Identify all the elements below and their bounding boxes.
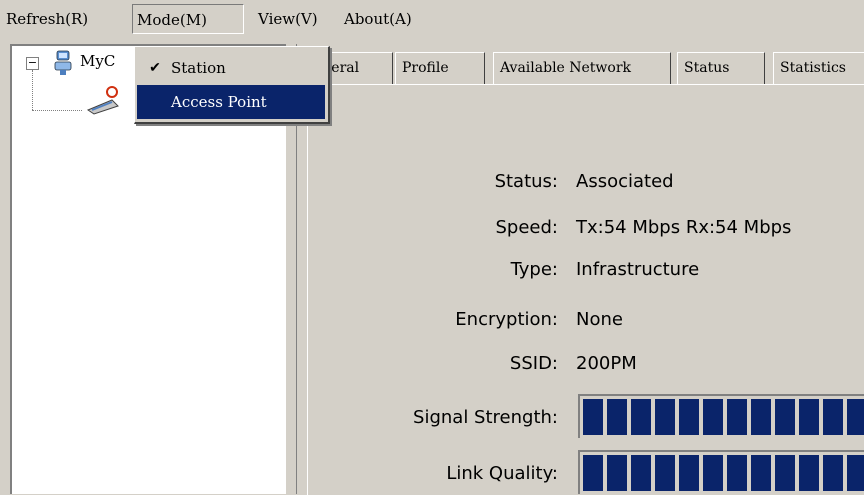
status-value: Associated: [576, 171, 674, 192]
status-label: Status:: [494, 171, 558, 192]
meter-segment: [751, 399, 771, 435]
meter-segment: [775, 399, 795, 435]
meter-segment: [631, 399, 651, 435]
menu-about[interactable]: About(A): [340, 4, 416, 34]
type-label: Type:: [510, 259, 558, 280]
menu-bar: Refresh(R) Mode(M) View(V) About(A): [0, 0, 864, 40]
meter-segment: [583, 399, 603, 435]
speed-label: Speed:: [495, 217, 559, 238]
speed-value: Tx:54 Mbps Rx:54 Mbps: [576, 217, 792, 238]
general-tab-content: Status: Associated Speed: Tx:54 Mbps Rx:…: [307, 84, 864, 495]
link-quality-label: Link Quality:: [446, 463, 558, 484]
tree-root-label[interactable]: MyC: [80, 52, 115, 70]
meter-segment: [679, 399, 699, 435]
meter-segment: [727, 455, 747, 491]
meter-segment: [751, 455, 771, 491]
meter-segment: [727, 399, 747, 435]
signal-strength-fill: [583, 399, 864, 435]
meter-segment: [823, 455, 843, 491]
wireless-adapter-icon[interactable]: [82, 86, 122, 116]
tab-statistics[interactable]: Statistics: [773, 52, 864, 84]
type-value: Infrastructure: [576, 259, 700, 280]
menu-item-label: Access Point: [171, 93, 267, 111]
meter-segment: [655, 399, 675, 435]
collapse-toggle[interactable]: −: [26, 57, 39, 70]
meter-segment: [799, 399, 819, 435]
tab-strip: eneral Profile Available Network Status …: [297, 52, 864, 84]
menu-item-label: Station: [171, 59, 226, 77]
meter-segment: [607, 455, 627, 491]
signal-strength-meter: [578, 394, 864, 438]
meter-segment: [847, 455, 864, 491]
signal-strength-label: Signal Strength:: [413, 407, 558, 428]
meter-segment: [703, 455, 723, 491]
tab-profile[interactable]: Profile: [395, 52, 485, 84]
tab-available-network[interactable]: Available Network: [493, 52, 671, 84]
meter-segment: [655, 455, 675, 491]
meter-segment: [703, 399, 723, 435]
tab-status[interactable]: Status: [677, 52, 765, 84]
meter-segment: [847, 399, 864, 435]
encryption-label: Encryption:: [455, 309, 558, 330]
checkmark-icon: ✔: [149, 60, 161, 76]
meter-segment: [583, 455, 603, 491]
ssid-value: 200PM: [576, 353, 637, 374]
menu-item-station[interactable]: ✔ Station: [137, 51, 325, 85]
tree-connector: [32, 70, 33, 110]
mode-dropdown-menu: ✔ Station Access Point: [134, 46, 330, 124]
menu-view[interactable]: View(V): [254, 4, 322, 34]
meter-segment: [799, 455, 819, 491]
link-quality-fill: [583, 455, 864, 491]
tree-connector: [32, 110, 82, 111]
meter-segment: [775, 455, 795, 491]
adapter-panel: eneral Profile Available Network Status …: [296, 44, 864, 495]
menu-refresh[interactable]: Refresh(R): [2, 4, 92, 34]
encryption-value: None: [576, 309, 623, 330]
meter-segment: [823, 399, 843, 435]
meter-segment: [607, 399, 627, 435]
meter-segment: [631, 455, 651, 491]
menu-item-access-point[interactable]: Access Point: [137, 85, 325, 119]
menu-mode[interactable]: Mode(M): [132, 4, 244, 34]
meter-segment: [679, 455, 699, 491]
link-quality-meter: [578, 450, 864, 494]
computer-icon: [54, 50, 72, 75]
ssid-label: SSID:: [509, 353, 558, 374]
